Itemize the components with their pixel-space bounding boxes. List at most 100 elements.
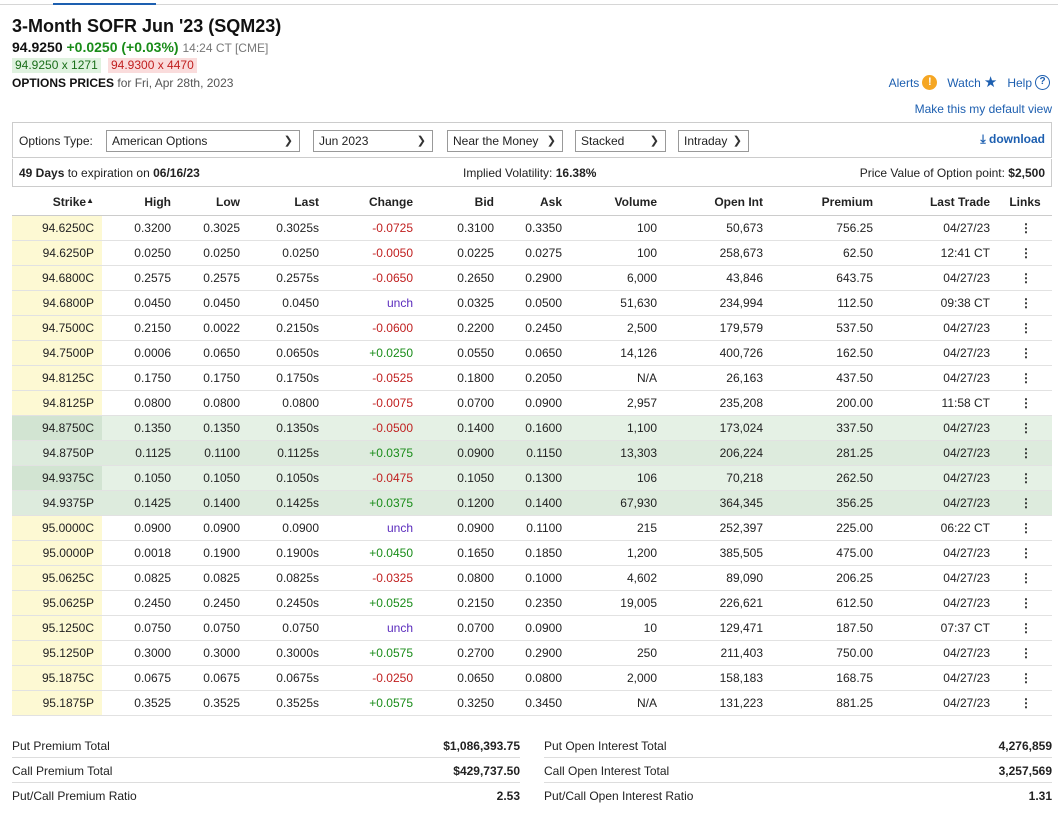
high-cell: 0.1350 [102, 415, 179, 441]
volume-cell: 1,100 [570, 415, 665, 441]
strike-cell[interactable]: 94.7500P [12, 340, 102, 366]
active-tab-indicator [53, 3, 156, 5]
more-options-icon[interactable]: ⋮ [1020, 596, 1032, 610]
links-cell: ⋮ [998, 415, 1052, 441]
col-strike[interactable]: Strike▲ [12, 190, 102, 216]
links-cell: ⋮ [998, 690, 1052, 716]
col-volume[interactable]: Volume [570, 190, 665, 216]
options-type-select[interactable]: American Options ❯ [106, 130, 300, 152]
expiration-select[interactable]: Jun 2023 ❯ [313, 130, 433, 152]
expiration-info-bar: 49 Days to expiration on 06/16/23 Implie… [12, 159, 1052, 187]
last-cell: 0.1125s [248, 440, 327, 466]
bid-cell: 0.0225 [421, 240, 502, 266]
col-low[interactable]: Low [179, 190, 248, 216]
strike-cell[interactable]: 95.1875C [12, 665, 102, 691]
col-high[interactable]: High [102, 190, 179, 216]
open-int-cell: 234,994 [665, 290, 771, 316]
moneyness-select[interactable]: Near the Money ❯ [447, 130, 563, 152]
bid-cell: 0.0650 [421, 665, 502, 691]
alerts-link[interactable]: Alerts ! [889, 75, 938, 90]
oi-ratio-value: 1.31 [1028, 789, 1052, 803]
more-options-icon[interactable]: ⋮ [1020, 296, 1032, 310]
strike-cell[interactable]: 94.8750P [12, 440, 102, 466]
col-ask[interactable]: Ask [502, 190, 570, 216]
more-options-icon[interactable]: ⋮ [1020, 621, 1032, 635]
strike-cell[interactable]: 94.6800C [12, 265, 102, 291]
ask-cell: 0.2350 [502, 590, 570, 616]
more-options-icon[interactable]: ⋮ [1020, 646, 1032, 660]
more-options-icon[interactable]: ⋮ [1020, 421, 1032, 435]
strike-cell[interactable]: 94.8125P [12, 390, 102, 416]
more-options-icon[interactable]: ⋮ [1020, 496, 1032, 510]
high-cell: 0.3000 [102, 640, 179, 666]
strike-cell[interactable]: 95.0000C [12, 515, 102, 541]
col-change[interactable]: Change [327, 190, 421, 216]
strike-cell[interactable]: 94.8125C [12, 365, 102, 391]
last-cell: 0.2150s [248, 315, 327, 341]
strike-cell[interactable]: 95.0625P [12, 590, 102, 616]
more-options-icon[interactable]: ⋮ [1020, 346, 1032, 360]
more-options-icon[interactable]: ⋮ [1020, 371, 1032, 385]
more-options-icon[interactable]: ⋮ [1020, 246, 1032, 260]
strike-cell[interactable]: 94.9375C [12, 465, 102, 491]
volume-cell: 215 [570, 515, 665, 541]
more-options-icon[interactable]: ⋮ [1020, 221, 1032, 235]
bid-cell: 0.0550 [421, 340, 502, 366]
more-options-icon[interactable]: ⋮ [1020, 546, 1032, 560]
more-options-icon[interactable]: ⋮ [1020, 521, 1032, 535]
table-header-row: Strike▲ High Low Last Change Bid Ask Vol… [12, 190, 1052, 216]
more-options-icon[interactable]: ⋮ [1020, 696, 1032, 710]
premium-cell: 187.50 [771, 615, 881, 641]
low-cell: 0.0675 [179, 665, 248, 691]
low-cell: 0.0750 [179, 615, 248, 641]
download-button[interactable]: ⤓ download [980, 132, 1045, 147]
strike-cell[interactable]: 94.6800P [12, 290, 102, 316]
change-cell: +0.0250 [327, 340, 421, 366]
strike-cell[interactable]: 94.9375P [12, 490, 102, 516]
col-last[interactable]: Last [248, 190, 327, 216]
strike-cell[interactable]: 95.0625C [12, 565, 102, 591]
table-row: 94.8125C 0.1750 0.1750 0.1750s -0.0525 0.1800… [12, 365, 1052, 391]
last-cell: 0.2450s [248, 590, 327, 616]
col-premium[interactable]: Premium [771, 190, 881, 216]
strike-cell[interactable]: 95.0000P [12, 540, 102, 566]
strike-cell[interactable]: 95.1250P [12, 640, 102, 666]
table-row: 94.6250C 0.3200 0.3025 0.3025s -0.0725 0.3100… [12, 215, 1052, 241]
volume-cell: 19,005 [570, 590, 665, 616]
bid-cell: 0.0900 [421, 515, 502, 541]
bid-cell: 0.0700 [421, 390, 502, 416]
more-options-icon[interactable]: ⋮ [1020, 446, 1032, 460]
strike-cell[interactable]: 95.1250C [12, 615, 102, 641]
strike-cell[interactable]: 94.6250P [12, 240, 102, 266]
col-last-trade[interactable]: Last Trade [881, 190, 998, 216]
strike-cell[interactable]: 94.7500C [12, 315, 102, 341]
last-cell: 0.3000s [248, 640, 327, 666]
help-link[interactable]: Help ? [1007, 75, 1050, 90]
strike-cell[interactable]: 95.1875P [12, 690, 102, 716]
strike-cell[interactable]: 94.6250C [12, 215, 102, 241]
more-options-icon[interactable]: ⋮ [1020, 471, 1032, 485]
watch-link[interactable]: Watch ★ [947, 75, 997, 90]
ask-cell: 0.0900 [502, 390, 570, 416]
col-bid[interactable]: Bid [421, 190, 502, 216]
strike-cell[interactable]: 94.8750C [12, 415, 102, 441]
more-options-icon[interactable]: ⋮ [1020, 396, 1032, 410]
layout-select[interactable]: Stacked ❯ [575, 130, 666, 152]
more-options-icon[interactable]: ⋮ [1020, 271, 1032, 285]
more-options-icon[interactable]: ⋮ [1020, 671, 1032, 685]
last-cell: 0.0900 [248, 515, 327, 541]
call-oi-total-label: Call Open Interest Total [544, 764, 670, 778]
col-open-int[interactable]: Open Int [665, 190, 771, 216]
volume-cell: 106 [570, 465, 665, 491]
more-options-icon[interactable]: ⋮ [1020, 571, 1032, 585]
table-row: 95.0625P 0.2450 0.2450 0.2450s +0.0525 0.2150… [12, 590, 1052, 616]
call-premium-total-label: Call Premium Total [12, 764, 113, 778]
more-options-icon[interactable]: ⋮ [1020, 321, 1032, 335]
change-cell: unch [327, 515, 421, 541]
low-cell: 0.0825 [179, 565, 248, 591]
ask-cell: 0.0500 [502, 290, 570, 316]
period-select[interactable]: Intraday ❯ [678, 130, 749, 152]
chevron-down-icon: ❯ [732, 135, 742, 147]
default-view-link[interactable]: Make this my default view [915, 102, 1052, 116]
last-cell: 0.3525s [248, 690, 327, 716]
